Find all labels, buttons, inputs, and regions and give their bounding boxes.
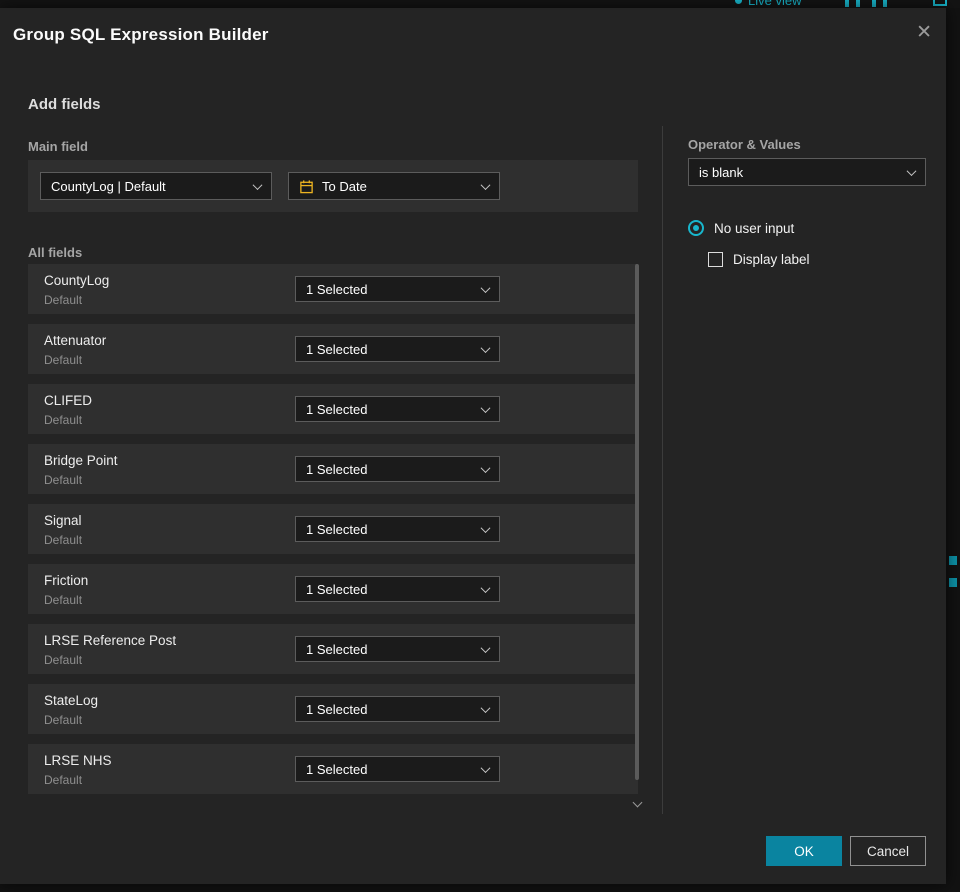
chevron-down-icon xyxy=(480,462,491,473)
dialog-title: Group SQL Expression Builder xyxy=(13,25,269,44)
row-select-value: 1 Selected xyxy=(306,641,368,657)
row-select-value: 1 Selected xyxy=(306,461,368,477)
field-subtitle: Default xyxy=(44,413,83,427)
all-fields-list: CountyLog Default 1 Selected Attenuator … xyxy=(28,264,638,804)
chevron-down-icon xyxy=(906,165,917,176)
field-visibility-select[interactable]: 1 Selected xyxy=(295,396,500,422)
field-visibility-select[interactable]: 1 Selected xyxy=(295,636,500,662)
field-visibility-select[interactable]: 1 Selected xyxy=(295,456,500,482)
field-row: LRSE Reference Post Default 1 Selected xyxy=(28,624,638,674)
chevron-down-icon xyxy=(480,342,491,353)
sql-expression-builder-dialog: Group SQL Expression Builder ✕ Add field… xyxy=(0,8,946,884)
row-select-value: 1 Selected xyxy=(306,581,368,597)
add-fields-heading: Add fields xyxy=(28,96,101,113)
field-name: Friction xyxy=(44,573,89,588)
chevron-down-icon xyxy=(480,179,491,190)
row-select-value: 1 Selected xyxy=(306,701,368,717)
column-divider xyxy=(662,126,663,814)
all-fields-label: All fields xyxy=(28,245,83,260)
main-field-source-select[interactable]: CountyLog | Default xyxy=(40,172,272,200)
field-subtitle: Default xyxy=(44,533,83,547)
field-visibility-select[interactable]: 1 Selected xyxy=(295,756,500,782)
field-row: CLIFED Default 1 Selected xyxy=(28,384,638,434)
field-row: CountyLog Default 1 Selected xyxy=(28,264,638,314)
background-accent-mark xyxy=(949,556,957,565)
field-subtitle: Default xyxy=(44,593,83,607)
row-select-value: 1 Selected xyxy=(306,761,368,777)
main-field-date-value: To Date xyxy=(322,178,367,194)
chevron-down-icon xyxy=(480,762,491,773)
field-subtitle: Default xyxy=(44,293,83,307)
field-name: LRSE Reference Post xyxy=(44,633,177,648)
no-user-input-radio[interactable] xyxy=(688,220,704,236)
operator-value: is blank xyxy=(699,164,744,180)
field-visibility-select[interactable]: 1 Selected xyxy=(295,696,500,722)
chevron-down-icon xyxy=(480,582,491,593)
field-subtitle: Default xyxy=(44,773,83,787)
field-subtitle: Default xyxy=(44,713,83,727)
device-frame-icon xyxy=(933,0,947,6)
background-accent-mark xyxy=(949,578,957,587)
chevron-down-icon xyxy=(480,522,491,533)
background-topbar: Live view xyxy=(0,0,960,8)
field-subtitle: Default xyxy=(44,353,83,367)
row-select-value: 1 Selected xyxy=(306,401,368,417)
field-name: Bridge Point xyxy=(44,453,118,468)
field-row: Attenuator Default 1 Selected xyxy=(28,324,638,374)
calendar-icon xyxy=(299,179,314,194)
row-select-value: 1 Selected xyxy=(306,521,368,537)
scrollbar[interactable] xyxy=(632,264,643,808)
cancel-button[interactable]: Cancel xyxy=(850,836,926,866)
operator-values-heading: Operator & Values xyxy=(688,137,801,152)
field-name: CLIFED xyxy=(44,393,93,408)
layout-bars-icon xyxy=(872,0,887,7)
field-subtitle: Default xyxy=(44,473,83,487)
main-field-label: Main field xyxy=(28,139,88,154)
row-select-value: 1 Selected xyxy=(306,281,368,297)
live-dot-icon xyxy=(735,0,742,4)
main-field-date-select[interactable]: To Date xyxy=(288,172,500,200)
display-label-option[interactable]: Display label xyxy=(708,252,810,267)
ok-button[interactable]: OK xyxy=(766,836,842,866)
field-name: Attenuator xyxy=(44,333,107,348)
field-row: Friction Default 1 Selected xyxy=(28,564,638,614)
operator-select[interactable]: is blank xyxy=(688,158,926,186)
field-name: StateLog xyxy=(44,693,99,708)
row-select-value: 1 Selected xyxy=(306,341,368,357)
field-name: LRSE NHS xyxy=(44,753,112,768)
live-view-indicator: Live view xyxy=(735,0,801,8)
no-user-input-label: No user input xyxy=(714,220,795,236)
main-field-box: CountyLog | Default To Date xyxy=(28,160,638,212)
field-subtitle: Default xyxy=(44,653,83,667)
field-row: StateLog Default 1 Selected xyxy=(28,684,638,734)
field-name: CountyLog xyxy=(44,273,110,288)
live-view-label: Live view xyxy=(748,0,802,8)
field-name: Signal xyxy=(44,513,82,528)
no-user-input-option[interactable]: No user input xyxy=(688,220,794,236)
scroll-down-icon[interactable] xyxy=(632,797,643,808)
close-icon[interactable]: ✕ xyxy=(916,23,932,42)
background-right-edge xyxy=(946,8,960,884)
field-visibility-select[interactable]: 1 Selected xyxy=(295,576,500,602)
scrollbar-thumb[interactable] xyxy=(635,264,639,780)
chevron-down-icon xyxy=(480,402,491,413)
chevron-down-icon xyxy=(480,642,491,653)
field-row: Signal Default 1 Selected xyxy=(28,504,638,554)
field-row: LRSE NHS Default 1 Selected xyxy=(28,744,638,794)
field-visibility-select[interactable]: 1 Selected xyxy=(295,516,500,542)
chevron-down-icon xyxy=(480,702,491,713)
field-visibility-select[interactable]: 1 Selected xyxy=(295,336,500,362)
chevron-down-icon xyxy=(480,282,491,293)
layout-bars-icon xyxy=(845,0,860,7)
field-row: Bridge Point Default 1 Selected xyxy=(28,444,638,494)
field-visibility-select[interactable]: 1 Selected xyxy=(295,276,500,302)
dialog-header: Group SQL Expression Builder ✕ xyxy=(0,8,946,56)
display-label-checkbox[interactable] xyxy=(708,252,723,267)
chevron-down-icon xyxy=(252,179,263,190)
display-label-text: Display label xyxy=(733,252,810,267)
main-field-source-value: CountyLog | Default xyxy=(51,178,166,194)
